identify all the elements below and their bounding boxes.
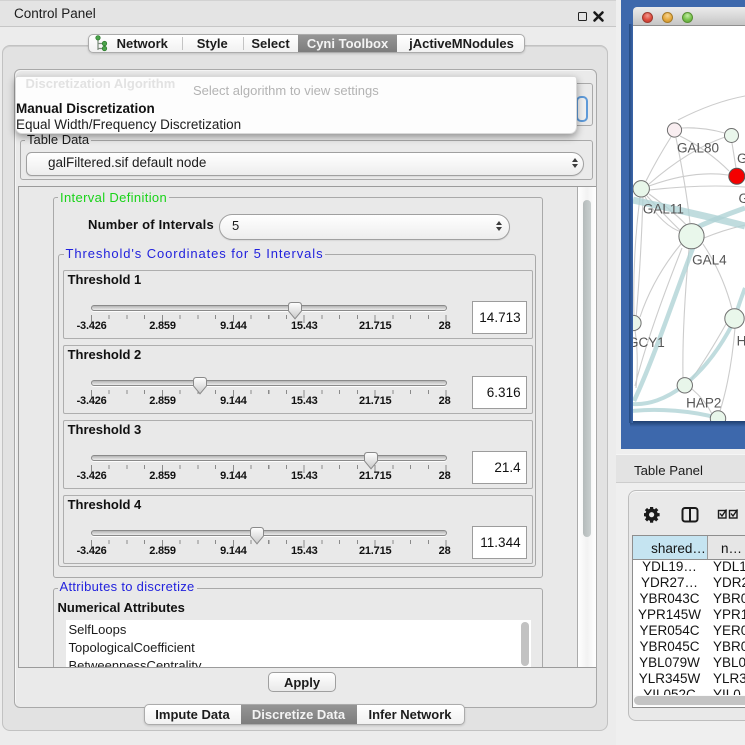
svg-text:HAP2: HAP2 (686, 396, 721, 411)
svg-text:GCY1: GCY1 (633, 335, 665, 350)
svg-text:GAL80: GAL80 (677, 141, 719, 156)
svg-text:H: H (737, 334, 745, 349)
svg-text:GA: GA (737, 151, 745, 166)
svg-text:G: G (739, 191, 745, 206)
svg-text:GAL4: GAL4 (692, 253, 727, 268)
svg-text:GAL11: GAL11 (643, 202, 684, 217)
